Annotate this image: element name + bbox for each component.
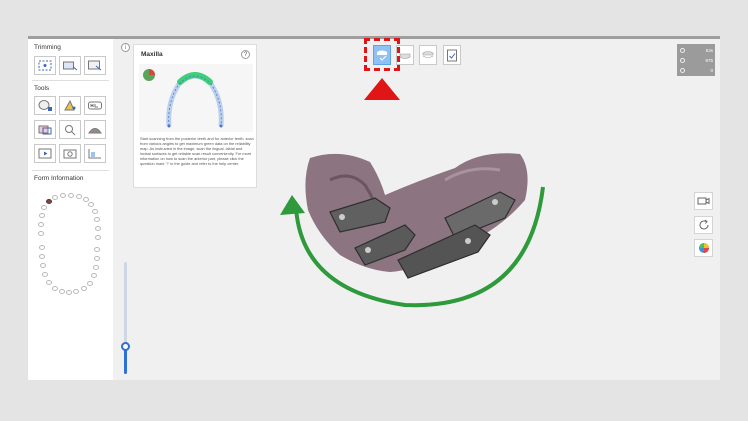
- fill-tool-button[interactable]: [59, 96, 81, 115]
- form-information-title: Form Information: [34, 175, 84, 182]
- mask-icon: [38, 125, 52, 135]
- mandible-scan-icon: [399, 53, 411, 59]
- video-camera-icon: [697, 197, 710, 205]
- tooth-marker[interactable]: [94, 247, 100, 252]
- tooth-marker[interactable]: [66, 290, 72, 295]
- tooth-marker[interactable]: [40, 263, 46, 268]
- tooth-marker[interactable]: [87, 281, 93, 286]
- stat-value: 0: [710, 67, 713, 73]
- tooth-marker[interactable]: [42, 272, 48, 277]
- lasso-trim-icon: [88, 60, 102, 71]
- step-occlusion-button[interactable]: [419, 45, 437, 65]
- section-divider: [32, 170, 109, 171]
- left-panel: Trimming Tools Form Information: [28, 39, 113, 380]
- brush-icon: [64, 99, 76, 111]
- box-trim-icon: [63, 61, 78, 71]
- slider-handle[interactable]: [121, 342, 130, 351]
- slider-fill: [124, 347, 127, 374]
- tooth-marker[interactable]: [92, 209, 98, 214]
- info-icon[interactable]: i: [121, 43, 130, 52]
- data-icon: [680, 67, 685, 73]
- tooth-marker[interactable]: [46, 199, 52, 204]
- tooth-marker[interactable]: [76, 194, 82, 199]
- play-icon: [38, 148, 52, 159]
- measure-button[interactable]: [84, 144, 106, 163]
- tooth-marker[interactable]: [39, 213, 45, 218]
- stat-row: 53s: [680, 46, 713, 54]
- trimming-title: Trimming: [34, 44, 61, 51]
- help-icon[interactable]: ?: [241, 50, 250, 59]
- guide-title: Maxilla: [141, 51, 163, 58]
- tooth-marker[interactable]: [73, 289, 79, 294]
- tooth-marker[interactable]: [81, 286, 87, 291]
- tooth-marker[interactable]: [88, 202, 94, 207]
- margin-line-button[interactable]: [34, 96, 56, 115]
- capture-button[interactable]: [59, 144, 81, 163]
- tooth-marker[interactable]: [94, 217, 100, 222]
- camera-icon: [63, 149, 77, 159]
- section-divider: [32, 80, 109, 81]
- lock-area-button[interactable]: [59, 120, 81, 139]
- occlusion-scan-icon: [422, 51, 434, 58]
- mask-tool-button[interactable]: [34, 120, 56, 139]
- color-mode-button[interactable]: [694, 239, 713, 257]
- reset-view-button[interactable]: [694, 216, 713, 234]
- tooth-marker[interactable]: [93, 265, 99, 270]
- tooth-marker[interactable]: [41, 205, 47, 210]
- tooth-marker[interactable]: [38, 231, 44, 236]
- tooth-marker[interactable]: [95, 226, 101, 231]
- play-button[interactable]: [34, 144, 56, 163]
- tooth-marker[interactable]: [39, 245, 45, 250]
- search-icon: [65, 125, 76, 136]
- tooth-marker[interactable]: [94, 256, 100, 261]
- ruler-icon: [88, 149, 101, 159]
- stat-value: 53s: [705, 47, 713, 53]
- tooth-marker[interactable]: [91, 273, 97, 278]
- guide-illustration: [139, 64, 253, 132]
- step-review-button[interactable]: [443, 45, 461, 65]
- shot-count-icon: [680, 57, 685, 63]
- select-trim-button[interactable]: [34, 56, 56, 75]
- tooth-chart[interactable]: [28, 185, 113, 305]
- hd-badge-icon: [88, 101, 102, 110]
- lasso-trim-button[interactable]: [84, 56, 106, 75]
- tooth-marker[interactable]: [52, 195, 58, 200]
- stat-value: 975: [705, 57, 713, 63]
- tooth-marker[interactable]: [59, 289, 65, 294]
- scan-guide-card: Maxilla ? Start scanning from the poster…: [133, 44, 257, 188]
- tools-title: Tools: [34, 85, 50, 92]
- scan-stats-panel: 53s 975 0: [677, 44, 715, 76]
- timer-icon: [680, 47, 685, 53]
- tooth-marker[interactable]: [39, 254, 45, 259]
- tooth-marker[interactable]: [60, 193, 66, 198]
- tooth-marker[interactable]: [68, 193, 74, 198]
- stat-row: 975: [680, 56, 713, 64]
- stat-row: 0: [680, 66, 713, 74]
- tooth-marker[interactable]: [38, 222, 44, 227]
- maxilla-scan-model[interactable]: [270, 140, 560, 320]
- color-map-icon: [88, 128, 102, 134]
- jaw-indicator-icon: [143, 69, 155, 81]
- review-check-icon: [447, 49, 457, 62]
- record-video-button[interactable]: [694, 192, 713, 210]
- color-wheel-icon: [698, 243, 709, 253]
- tooth-marker[interactable]: [46, 280, 52, 285]
- highlight-box: [364, 38, 400, 71]
- select-trim-icon: [38, 60, 52, 71]
- tooth-marker[interactable]: [52, 286, 58, 291]
- hd-scan-button[interactable]: [84, 96, 106, 115]
- guide-instructions: Start scanning from the posterior teeth …: [140, 136, 254, 167]
- box-trim-button[interactable]: [59, 56, 81, 75]
- highlight-arrow: [364, 78, 400, 100]
- reliability-map-button[interactable]: [84, 120, 106, 139]
- tooth-marker[interactable]: [83, 197, 89, 202]
- tooth-marker[interactable]: [95, 235, 101, 240]
- refresh-icon: [699, 219, 708, 230]
- tooth-lock-icon: [38, 100, 52, 111]
